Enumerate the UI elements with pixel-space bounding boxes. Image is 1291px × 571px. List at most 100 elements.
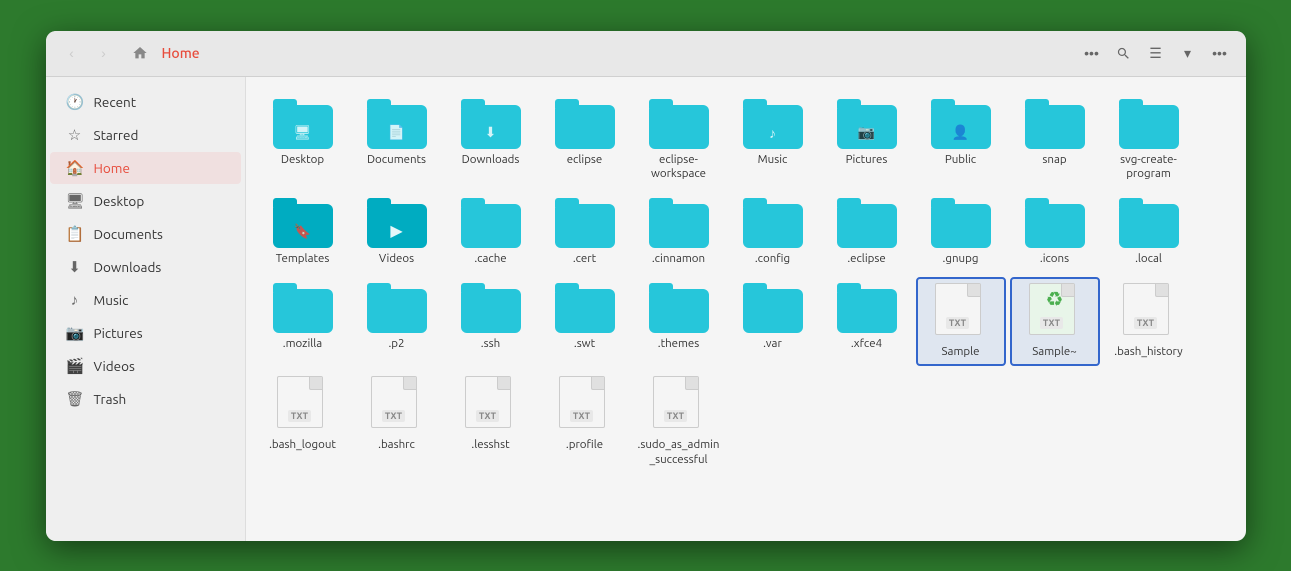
folder-eclipse-workspace[interactable]: eclipse-workspace [634,93,724,189]
file-bashrc[interactable]: TXT .bashrc [352,370,442,474]
folder-videos-label: Videos [379,252,414,267]
folder-pictures-icon: 📷 [837,99,897,149]
sidebar-item-music[interactable]: ♪ Music [50,284,241,316]
folder-ssh[interactable]: .ssh [446,277,536,366]
folder-public-label: Public [945,153,976,168]
folder-cert-label: .cert [573,252,596,267]
folder-ssh-label: .ssh [481,337,500,352]
folder-eclipse-workspace-label: eclipse-workspace [638,153,720,183]
folder-videos[interactable]: ▶ Videos [352,192,442,273]
folder-p2[interactable]: .p2 [352,277,442,366]
folder-snap[interactable]: snap [1010,93,1100,189]
file-sample-tilde-label: Sample~ [1032,345,1076,360]
file-bashrc-label: .bashrc [378,438,415,453]
folder-desktop[interactable]: 🖥 Desktop [258,93,348,189]
folder-downloads[interactable]: ⬇ Downloads [446,93,536,189]
sidebar-item-trash[interactable]: 🗑 Trash [50,383,241,415]
nav-buttons: ‹ › [58,39,118,67]
sidebar-item-pictures[interactable]: 📷 Pictures [50,317,241,349]
sidebar-item-downloads[interactable]: ⬇ Downloads [50,251,241,283]
search-button[interactable] [1110,39,1138,67]
file-bash-logout-label: .bash_logout [269,438,336,453]
file-bash-logout[interactable]: TXT .bash_logout [258,370,348,474]
sidebar-item-videos[interactable]: 🎬 Videos [50,350,241,382]
videos-icon: 🎬 [66,357,84,375]
folder-cinnamon-label: .cinnamon [652,252,705,267]
file-bash-history-icon: TXT [1123,283,1175,341]
sort-button[interactable]: ▾ [1174,39,1202,67]
more-options-button[interactable]: ••• [1078,39,1106,67]
folder-config-label: .config [755,252,790,267]
folder-p2-label: .p2 [388,337,404,352]
file-lesshst[interactable]: TXT .lesshst [446,370,536,474]
folder-svg-create-program[interactable]: svg-create-program [1104,93,1194,189]
sidebar-item-starred[interactable]: ☆ Starred [50,119,241,151]
templates-overlay-icon: 🔖 [294,223,311,240]
folder-eclipse[interactable]: eclipse [540,93,630,189]
folder-xfce4[interactable]: .xfce4 [822,277,912,366]
sidebar-item-desktop[interactable]: 🖥 Desktop [50,185,241,217]
folder-var[interactable]: .var [728,277,818,366]
folder-swt[interactable]: .swt [540,277,630,366]
folder-documents-label: Documents [367,153,426,168]
home-nav-button[interactable] [126,39,154,67]
desktop-overlay-icon: 🖥 [294,124,312,141]
sidebar-item-home[interactable]: 🏠 Home [50,152,241,184]
downloads-overlay-icon: ⬇ [485,124,497,141]
menu-button[interactable]: ••• [1206,39,1234,67]
folder-public-icon: 👤 [931,99,991,149]
file-manager-window: ‹ › Home ••• ☰ ▾ ••• 🕐 Recent ☆ [46,31,1246,541]
folder-templates[interactable]: 🔖 Templates [258,192,348,273]
folder-eclipse2[interactable]: .eclipse [822,192,912,273]
folder-documents[interactable]: 📄 Documents [352,93,442,189]
folder-icons[interactable]: .icons [1010,192,1100,273]
file-sample[interactable]: TXT Sample [916,277,1006,366]
txt-badge-tilde: TXT [1040,317,1063,329]
pictures-icon: 📷 [66,324,84,342]
folder-var-label: .var [763,337,782,352]
downloads-icon: ⬇ [66,258,84,276]
view-toggle-button[interactable]: ☰ [1142,39,1170,67]
forward-button[interactable]: › [90,39,118,67]
file-profile[interactable]: TXT .profile [540,370,630,474]
folder-themes[interactable]: .themes [634,277,724,366]
txt-badge: TXT [946,317,969,329]
sidebar-item-documents[interactable]: 📋 Documents [50,218,241,250]
file-sample-tilde[interactable]: TXT ♻ Sample~ [1010,277,1100,366]
back-button[interactable]: ‹ [58,39,86,67]
file-sudo-admin[interactable]: TXT .sudo_as_admin_successful [634,370,724,474]
documents-overlay-icon: 📄 [388,124,405,141]
folder-cinnamon[interactable]: .cinnamon [634,192,724,273]
folder-public[interactable]: 👤 Public [916,93,1006,189]
sidebar-item-recent[interactable]: 🕐 Recent [50,86,241,118]
folder-eclipse2-label: .eclipse [847,252,885,267]
folder-cert[interactable]: .cert [540,192,630,273]
folder-cache-label: .cache [474,252,506,267]
recent-icon: 🕐 [66,93,84,111]
folder-cache[interactable]: .cache [446,192,536,273]
file-lesshst-icon: TXT [465,376,517,434]
sidebar-label-recent: Recent [94,94,137,110]
file-sudo-admin-label: .sudo_as_admin_successful [638,438,720,468]
folder-eclipse-label: eclipse [567,153,603,168]
trash-icon: 🗑 [66,390,84,408]
folder-mozilla[interactable]: .mozilla [258,277,348,366]
folder-gnupg-label: .gnupg [943,252,979,267]
folder-var-icon [743,283,803,333]
folder-music-icon: ♪ [743,99,803,149]
sidebar-label-desktop: Desktop [94,193,145,209]
folder-local-icon [1119,198,1179,248]
folder-music[interactable]: ♪ Music [728,93,818,189]
public-overlay-icon: 👤 [952,124,969,141]
folder-config[interactable]: .config [728,192,818,273]
file-bash-history[interactable]: TXT .bash_history [1104,277,1194,366]
file-profile-label: .profile [566,438,603,453]
file-grid-container: 🖥 Desktop 📄 Documents [246,77,1246,541]
folder-gnupg[interactable]: .gnupg [916,192,1006,273]
folder-templates-icon: 🔖 [273,198,333,248]
breadcrumb: Home [162,45,1070,61]
file-profile-icon: TXT [559,376,611,434]
folder-local[interactable]: .local [1104,192,1194,273]
sidebar-label-trash: Trash [94,391,127,407]
folder-pictures[interactable]: 📷 Pictures [822,93,912,189]
